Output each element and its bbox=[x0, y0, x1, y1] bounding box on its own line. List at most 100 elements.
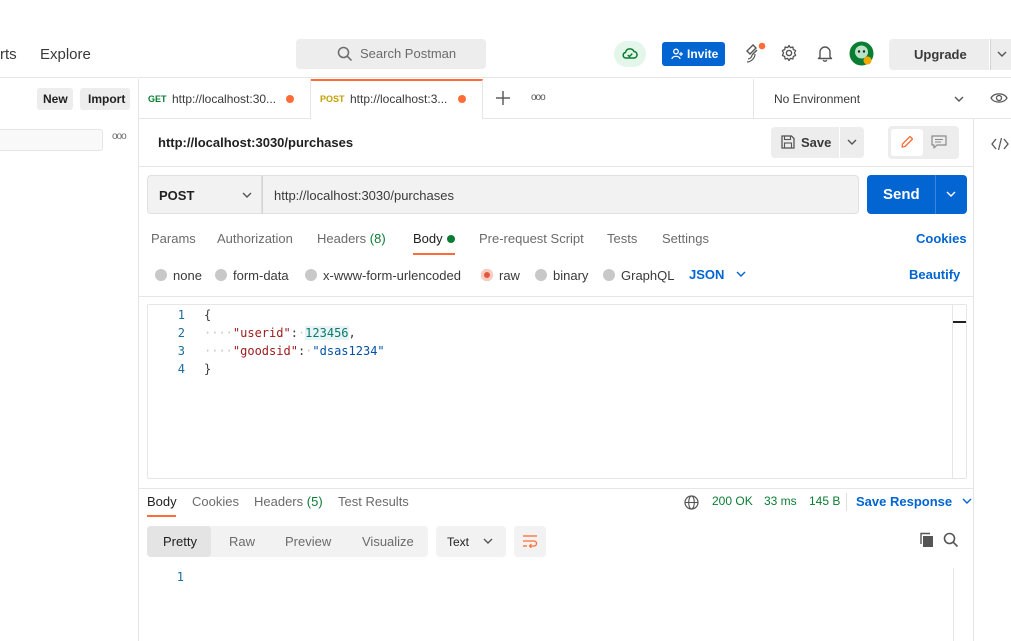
wrap-lines-icon bbox=[523, 535, 538, 548]
view-pretty-button[interactable]: Pretty bbox=[147, 526, 211, 557]
upgrade-button[interactable]: Upgrade bbox=[889, 39, 989, 70]
gear-icon bbox=[781, 44, 797, 62]
sidebar-more-button[interactable]: ooo bbox=[112, 131, 127, 142]
cookies-link[interactable]: Cookies bbox=[916, 231, 967, 246]
method-select[interactable]: POST bbox=[147, 175, 262, 214]
plus-icon bbox=[496, 91, 510, 105]
radio-circle bbox=[305, 269, 317, 281]
top-header: rts Explore Search Postman Invite Upgrad… bbox=[0, 30, 1011, 78]
save-button[interactable]: Save bbox=[771, 127, 839, 158]
radio-label: GraphQL bbox=[621, 268, 675, 283]
status-code[interactable]: 200 OK bbox=[712, 494, 753, 508]
chevron-down-icon bbox=[736, 271, 746, 277]
edit-mode-button[interactable] bbox=[891, 129, 923, 156]
method-label: POST bbox=[159, 188, 195, 203]
code-icon[interactable] bbox=[991, 137, 1009, 151]
invite-button[interactable]: Invite bbox=[662, 42, 725, 66]
view-preview-button[interactable]: Preview bbox=[269, 526, 347, 557]
settings-button[interactable] bbox=[780, 44, 798, 62]
tab-url: http://localhost:3... bbox=[350, 92, 448, 106]
sidebar-filter-input[interactable] bbox=[0, 129, 103, 151]
response-time[interactable]: 33 ms bbox=[764, 494, 797, 508]
response-scrollbar[interactable] bbox=[953, 568, 967, 641]
response-tab-body[interactable]: Body bbox=[147, 494, 177, 509]
request-title[interactable]: http://localhost:3030/purchases bbox=[158, 135, 353, 150]
code-editor[interactable]: 1 2 3 4 { ····"userid":·123456, ····"goo… bbox=[147, 304, 967, 479]
response-format-select[interactable]: Text bbox=[436, 526, 506, 557]
url-input[interactable]: http://localhost:3030/purchases bbox=[262, 175, 859, 214]
tab-headers[interactable]: Headers (8) bbox=[317, 231, 386, 246]
response-tab-cookies[interactable]: Cookies bbox=[192, 494, 239, 509]
tab-tests[interactable]: Tests bbox=[607, 231, 637, 246]
nav-link-explore[interactable]: Explore bbox=[40, 46, 91, 63]
response-format-label: Text bbox=[447, 535, 470, 549]
editor-scrollbar[interactable] bbox=[952, 305, 966, 478]
radio-circle bbox=[215, 269, 227, 281]
radio-label: x-www-form-urlencoded bbox=[323, 268, 461, 283]
notifications-button[interactable] bbox=[816, 44, 834, 62]
tab-body[interactable]: Body bbox=[413, 231, 443, 246]
chevron-down-icon bbox=[483, 538, 493, 544]
tab-authorization[interactable]: Authorization bbox=[217, 231, 293, 246]
tab-prerequest-script[interactable]: Pre-request Script bbox=[479, 231, 584, 246]
radio-label: none bbox=[173, 268, 202, 283]
save-icon bbox=[781, 135, 795, 149]
save-response-button[interactable]: Save Response bbox=[856, 494, 972, 509]
tabs-more-button[interactable]: ooo bbox=[531, 92, 546, 103]
globe-icon bbox=[684, 495, 699, 510]
chevron-down-icon bbox=[962, 498, 972, 504]
nav-link-partial[interactable]: rts bbox=[0, 46, 17, 63]
upgrade-dropdown-button[interactable] bbox=[990, 39, 1011, 70]
bell-icon bbox=[817, 46, 833, 62]
raw-format-select[interactable]: JSON bbox=[689, 267, 746, 282]
eye-icon bbox=[990, 93, 1008, 103]
tab-method: POST bbox=[320, 94, 345, 104]
import-button[interactable]: Import bbox=[80, 88, 130, 110]
wrap-lines-button[interactable] bbox=[514, 526, 546, 557]
tab-headers-label: Headers bbox=[317, 231, 367, 246]
divider bbox=[846, 493, 847, 511]
unsaved-dot bbox=[458, 95, 466, 103]
response-tab-test-results[interactable]: Test Results bbox=[338, 494, 409, 509]
chevron-down-icon bbox=[242, 192, 252, 198]
code-open-brace: { bbox=[204, 308, 212, 322]
tab-method: GET bbox=[148, 94, 167, 104]
environment-quick-look-button[interactable] bbox=[990, 91, 1008, 105]
response-size[interactable]: 145 B bbox=[809, 494, 840, 508]
environment-label: No Environment bbox=[774, 92, 861, 106]
environment-selector[interactable]: No Environment bbox=[753, 79, 1011, 119]
network-info-button[interactable] bbox=[684, 495, 699, 510]
tab-params[interactable]: Params bbox=[151, 231, 196, 246]
new-tab-button[interactable] bbox=[496, 91, 510, 105]
view-visualize-button[interactable]: Visualize bbox=[347, 526, 428, 557]
comments-mode-button[interactable] bbox=[931, 135, 947, 149]
tab-post-request[interactable]: POST http://localhost:3... bbox=[311, 79, 483, 119]
send-button[interactable]: Send bbox=[867, 175, 935, 214]
active-tab-underline bbox=[147, 515, 176, 517]
search-response-button[interactable] bbox=[943, 532, 959, 548]
new-button[interactable]: New bbox=[37, 88, 73, 110]
radio-circle bbox=[155, 269, 167, 281]
radio-label: form-data bbox=[233, 268, 289, 283]
tab-get-request[interactable]: GET http://localhost:30... bbox=[139, 79, 311, 119]
editor-scroll-thumb[interactable] bbox=[953, 321, 966, 323]
cloud-sync-icon bbox=[622, 48, 638, 59]
code-close-brace: } bbox=[204, 362, 212, 376]
avatar[interactable] bbox=[849, 41, 874, 66]
save-dropdown-button[interactable] bbox=[840, 127, 864, 158]
radio-circle bbox=[603, 269, 615, 281]
upgrade-label: Upgrade bbox=[914, 47, 967, 62]
view-raw-button[interactable]: Raw bbox=[211, 526, 269, 557]
response-line-number: 1 bbox=[176, 570, 184, 584]
tab-settings[interactable]: Settings bbox=[662, 231, 709, 246]
search-bar[interactable]: Search Postman bbox=[296, 39, 486, 69]
send-dropdown-button[interactable] bbox=[935, 175, 967, 214]
comment-icon bbox=[931, 135, 947, 149]
copy-button[interactable] bbox=[919, 532, 935, 548]
response-tab-headers[interactable]: Headers (5) bbox=[254, 494, 323, 509]
divider bbox=[139, 488, 973, 489]
sync-status[interactable] bbox=[614, 41, 646, 67]
beautify-link[interactable]: Beautify bbox=[909, 267, 960, 282]
view-raw-label: Raw bbox=[229, 534, 256, 549]
satellite-button[interactable] bbox=[744, 42, 766, 64]
